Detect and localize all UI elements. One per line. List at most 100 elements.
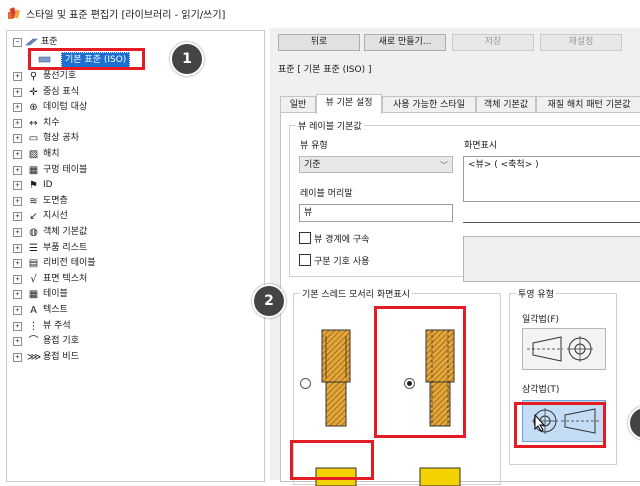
expand-icon[interactable]: + [13, 165, 22, 175]
tree-item-object-defaults[interactable]: + ◍ 객체 기본값 [13, 225, 153, 240]
tab-view-preferences[interactable]: 뷰 기본 설정 [316, 94, 382, 114]
tree-item-balloon[interactable]: + ⚲ 풍선기호 [13, 69, 153, 84]
view-annotation-icon: ⋮ [28, 320, 39, 332]
highlight-third-angle [514, 402, 606, 448]
id-icon: ⚑ [29, 180, 38, 192]
label-prefix-input[interactable]: 뷰 [299, 204, 453, 222]
center-mark-icon: ✛ [29, 86, 38, 98]
tree-item-dimension[interactable]: + ↔ 치수 [13, 116, 153, 131]
display-format-box[interactable]: <뷰> ( <축척> ) [463, 156, 640, 202]
title-bar: 스타일 및 표준 편집기 [라이브러리 - 읽기/쓰기] [0, 0, 640, 26]
use-delimiter-checkbox[interactable] [299, 254, 311, 266]
parts-list-icon: ☰ [29, 242, 38, 254]
expand-icon[interactable]: + [13, 290, 22, 300]
thread-display-title: 기본 스레드 모서리 화면표시 [300, 287, 412, 300]
expand-icon[interactable]: + [13, 118, 22, 128]
reset-button[interactable]: 재설정 [540, 34, 622, 51]
save-button[interactable]: 저장 [452, 34, 534, 51]
thread-visible-icon [321, 329, 351, 427]
expand-icon[interactable]: + [13, 337, 22, 347]
feature-control-frame-icon: ▭ [28, 133, 39, 145]
tree-item-label: 리비전 테이블 [43, 258, 96, 269]
tree-item-leader[interactable]: + ↙ 지시선 [13, 209, 153, 224]
expand-icon[interactable]: + [13, 103, 22, 113]
tree-item-label: 용접 비드 [43, 351, 79, 362]
table-icon: ▦ [28, 289, 39, 301]
leader-icon: ↙ [29, 211, 38, 223]
tree-item-label: ID [43, 180, 53, 191]
app-icon [8, 7, 20, 19]
expand-icon[interactable]: + [13, 306, 22, 315]
first-angle-projection-icon [527, 336, 593, 362]
expand-icon[interactable]: + [13, 87, 22, 97]
section-title: 표준 [ 기본 표준 (ISO) ] [278, 65, 372, 75]
collapse-icon[interactable]: − [13, 38, 22, 47]
revision-table-icon: ▤ [28, 258, 39, 270]
step-badge-2: 2 [252, 284, 286, 318]
first-angle-button[interactable] [522, 328, 606, 370]
tree-item-label: 데이텀 대상 [43, 102, 88, 113]
thread-option-1-radio[interactable] [300, 378, 311, 389]
expand-icon[interactable]: + [13, 243, 22, 253]
tree-item-label: 풍선기호 [43, 71, 77, 81]
expand-icon[interactable]: + [13, 228, 22, 237]
expand-icon[interactable]: + [13, 181, 22, 191]
constrain-to-border-checkbox[interactable] [299, 232, 311, 244]
expand-icon[interactable]: + [13, 274, 22, 284]
display-separator [463, 222, 640, 223]
tree-item-hatch[interactable]: + ▨ 해치 [13, 147, 153, 162]
object-defaults-icon: ◍ [29, 227, 38, 238]
tree-item-parts-list[interactable]: + ☰ 부품 리스트 [13, 241, 153, 256]
expand-icon[interactable]: + [13, 352, 22, 362]
tree-item-weld-bead[interactable]: + ⋙ 용접 비드 [13, 350, 153, 365]
view-label-defaults-group: 뷰 레이블 기본값 뷰 유형 기준 ﹀ 레이블 머리말 뷰 뷰 경계에 구속 구… [289, 119, 640, 282]
tree-item-datum-target[interactable]: + ⊕ 데이텀 대상 [13, 100, 153, 115]
expand-icon[interactable]: + [13, 72, 22, 81]
layers-icon: ≋ [29, 195, 38, 207]
tree-item-revision-table[interactable]: + ▤ 리비전 테이블 [13, 256, 153, 271]
tree-item-surface-texture[interactable]: + √ 표면 텍스처 [13, 272, 153, 287]
highlight-thread-option [374, 306, 466, 438]
tree-item-label: 치수 [43, 117, 60, 128]
third-angle-label: 삼각법(T) [522, 385, 560, 395]
step-badge-1: 1 [170, 42, 204, 76]
constrain-to-border-label: 뷰 경계에 구속 [314, 235, 370, 245]
display-format-value: <뷰> ( <축척> ) [468, 160, 539, 170]
tree-item-hole-table[interactable]: + ▦ 구멍 테이블 [13, 163, 153, 178]
expand-icon[interactable]: + [13, 134, 22, 144]
new-button[interactable]: 새로 만들기... [364, 34, 446, 51]
tree-item-text[interactable]: + A 텍스트 [13, 303, 153, 318]
tree-item-feature-control-frame[interactable]: + ▭ 형상 공차 [13, 131, 153, 146]
highlight-thread-end-view [290, 440, 374, 480]
weld-symbol-icon: ⌒ [28, 336, 39, 348]
view-type-label: 뷰 유형 [300, 141, 328, 151]
back-button[interactable]: 뒤로 [278, 34, 360, 51]
expand-icon[interactable]: + [13, 212, 22, 222]
window-title: 스타일 및 표준 편집기 [라이브러리 - 읽기/쓰기] [26, 10, 226, 21]
view-type-dropdown[interactable]: 기준 ﹀ [299, 156, 453, 173]
tree-item-label: 지시선 [43, 211, 68, 222]
tab-general[interactable]: 일반 [280, 96, 316, 113]
tree-item-layers[interactable]: + ≋ 도면층 [13, 194, 153, 209]
tree-item-label: 도면층 [43, 195, 68, 206]
tree-item-weld-symbol[interactable]: + ⌒ 용접 기호 [13, 334, 153, 349]
text-icon: A [30, 305, 37, 316]
use-delimiter-label: 구분 기호 사용 [314, 257, 370, 267]
datum-target-icon: ⊕ [29, 102, 38, 114]
tab-material-hatch-defaults[interactable]: 재질 해치 패턴 기본값 [536, 96, 640, 113]
expand-icon[interactable]: + [13, 259, 22, 269]
label-prefix-label: 레이블 머리말 [300, 189, 353, 199]
expand-icon[interactable]: + [13, 196, 22, 206]
chevron-down-icon: ﹀ [440, 161, 448, 170]
expand-icon[interactable]: + [13, 150, 22, 159]
expand-icon[interactable]: + [13, 321, 22, 331]
tree-item-id[interactable]: + ⚑ ID [13, 178, 153, 193]
tree-item-view-annotation[interactable]: + ⋮ 뷰 주석 [13, 319, 153, 334]
tree-item-center-mark[interactable]: + ✛ 중심 표식 [13, 85, 153, 100]
highlight-tree-selection [28, 48, 145, 70]
weld-bead-icon: ⋙ [27, 351, 42, 363]
tab-available-styles[interactable]: 사용 가능한 스타일 [382, 96, 476, 113]
tree-item-table[interactable]: + ▦ 테이블 [13, 287, 153, 302]
style-tree[interactable]: − 표준 기본 표준 (ISO) + ⚲ 풍선기호 + ✛ 중심 표식 + ⊕ 데이텀 대상 + ↔… [6, 30, 265, 482]
tab-object-defaults[interactable]: 객체 기본값 [476, 96, 536, 113]
